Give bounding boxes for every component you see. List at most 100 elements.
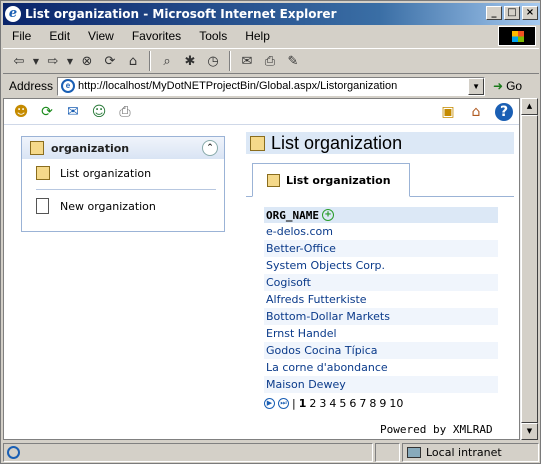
new-organization-label: New organization (60, 199, 156, 213)
divider (36, 189, 216, 190)
org-link[interactable]: Ernst Handel (266, 327, 337, 340)
table-row[interactable]: Godos Cocina Típica (264, 342, 498, 359)
organization-icon (267, 173, 280, 187)
page-link[interactable]: 5 (339, 397, 346, 410)
help-icon[interactable]: ? (495, 102, 513, 121)
org-link[interactable]: Alfreds Futterkiste (266, 293, 367, 306)
organization-grid: ORG_NAME + e-delos.com Better-Office Sys… (264, 207, 498, 410)
refresh-icon[interactable]: ⟳ (38, 103, 56, 121)
favorites-icon[interactable]: ✱ (180, 51, 200, 71)
new-organization-link[interactable]: New organization (22, 192, 224, 220)
menu-favorites[interactable]: Favorites (123, 29, 190, 43)
scroll-up-icon[interactable]: ▲ (521, 98, 538, 115)
menu-view[interactable]: View (79, 29, 123, 43)
page-status-icon (7, 446, 20, 459)
address-input[interactable]: e http://localhost/MyDotNETProjectBin/Gl… (57, 76, 486, 96)
scroll-down-icon[interactable]: ▼ (521, 423, 538, 440)
toolbar-separator (149, 51, 151, 71)
people-icon[interactable]: ☻ (12, 103, 30, 121)
address-url: http://localhost/MyDotNETProjectBin/Glob… (78, 80, 398, 92)
table-row[interactable]: System Objects Corp. (264, 257, 498, 274)
powered-by: Powered by XMLRAD (380, 423, 493, 436)
zone-label: Local intranet (426, 446, 502, 459)
next-page-icon[interactable]: ▶ (264, 398, 275, 409)
tab-list-organization[interactable]: List organization (252, 163, 410, 197)
org-link[interactable]: Bottom-Dollar Markets (266, 310, 390, 323)
page-link[interactable]: 6 (349, 397, 356, 410)
menu-help[interactable]: Help (236, 29, 279, 43)
mail-icon[interactable]: ✉ (237, 51, 257, 71)
stop-icon[interactable]: ⊗ (77, 51, 97, 71)
table-row[interactable]: Ernst Handel (264, 325, 498, 342)
organization-icon (36, 166, 50, 180)
page-link[interactable]: 4 (329, 397, 336, 410)
column-org-name[interactable]: ORG_NAME (266, 209, 319, 222)
menu-edit[interactable]: Edit (40, 29, 79, 43)
content-panel: List organization List organization ORG_… (246, 132, 514, 410)
add-icon[interactable]: + (321, 209, 334, 221)
menu-file[interactable]: File (3, 29, 40, 43)
print-icon[interactable]: ⎙ (116, 103, 134, 121)
page-link[interactable]: 8 (369, 397, 376, 410)
title-bar: e List organization - Microsoft Internet… (3, 3, 540, 25)
print-icon[interactable]: ⎙ (260, 51, 280, 71)
page-link[interactable]: 7 (359, 397, 366, 410)
status-zone: Local intranet (402, 443, 539, 462)
org-link[interactable]: e-delos.com (266, 225, 333, 238)
table-row[interactable]: Bottom-Dollar Markets (264, 308, 498, 325)
close-button[interactable]: × (522, 6, 538, 20)
pager: ▶ ⏭ | 1 2 3 4 5 6 7 8 9 10 (264, 397, 498, 410)
organization-panel: organization ⌃ List organization New org… (21, 136, 225, 232)
org-link[interactable]: Cogisoft (266, 276, 311, 289)
go-button[interactable]: ➜ Go (493, 79, 522, 93)
table-row[interactable]: La corne d'abondance (264, 359, 498, 376)
back-icon[interactable]: ⇦ (9, 51, 29, 71)
collapse-icon[interactable]: ⌃ (202, 140, 218, 156)
dropdown-icon[interactable]: ▼ (66, 51, 74, 71)
home-icon[interactable]: ⌂ (467, 103, 485, 121)
page-icon: e (61, 79, 76, 93)
lock-icon[interactable]: ▣ (439, 103, 457, 121)
last-page-icon[interactable]: ⏭ (278, 398, 289, 409)
page-link[interactable]: 10 (389, 397, 403, 410)
home-icon[interactable]: ⌂ (123, 51, 143, 71)
chevron-down-icon[interactable]: ▼ (468, 77, 485, 95)
scroll-thumb[interactable] (521, 115, 538, 423)
search-icon[interactable]: ⌕ (157, 51, 177, 71)
page-link[interactable]: 3 (319, 397, 326, 410)
org-link[interactable]: Better-Office (266, 242, 336, 255)
vertical-scrollbar[interactable]: ▲ ▼ (520, 98, 538, 440)
refresh-icon[interactable]: ⟳ (100, 51, 120, 71)
minimize-button[interactable]: _ (486, 6, 502, 20)
table-row[interactable]: Alfreds Futterkiste (264, 291, 498, 308)
organization-icon (30, 141, 44, 155)
list-organization-link[interactable]: List organization (22, 159, 224, 187)
table-row[interactable]: Cogisoft (264, 274, 498, 291)
mail-icon[interactable]: ✉ (64, 103, 82, 121)
org-link[interactable]: System Objects Corp. (266, 259, 385, 272)
status-cell (375, 443, 400, 462)
maximize-button[interactable]: □ (504, 6, 520, 20)
history-icon[interactable]: ◷ (203, 51, 223, 71)
table-row[interactable]: Maison Dewey (264, 376, 498, 393)
org-link[interactable]: La corne d'abondance (266, 361, 388, 374)
page-link[interactable]: 2 (309, 397, 316, 410)
page-viewport: ☻ ⟳ ✉ ☺ ⎙ ▣ ⌂ ? organization ⌃ List orga… (3, 98, 520, 440)
dropdown-icon[interactable]: ▼ (32, 51, 40, 71)
go-label: Go (506, 79, 523, 93)
page-title: List organization (246, 132, 514, 154)
edit-icon[interactable]: ✎ (283, 51, 303, 71)
status-main (3, 443, 373, 462)
table-row[interactable]: e-delos.com (264, 223, 498, 240)
org-link[interactable]: Godos Cocina Típica (266, 344, 378, 357)
users-icon[interactable]: ☺ (90, 103, 108, 121)
ie-logo-icon: e (5, 6, 21, 22)
menu-tools[interactable]: Tools (190, 29, 236, 43)
page-link[interactable]: 1 (299, 397, 307, 410)
table-row[interactable]: Better-Office (264, 240, 498, 257)
page-link[interactable]: 9 (379, 397, 386, 410)
forward-icon[interactable]: ⇨ (43, 51, 63, 71)
window-title: List organization - Microsoft Internet E… (25, 7, 337, 21)
menu-bar: File Edit View Favorites Tools Help (3, 26, 497, 46)
org-link[interactable]: Maison Dewey (266, 378, 346, 391)
